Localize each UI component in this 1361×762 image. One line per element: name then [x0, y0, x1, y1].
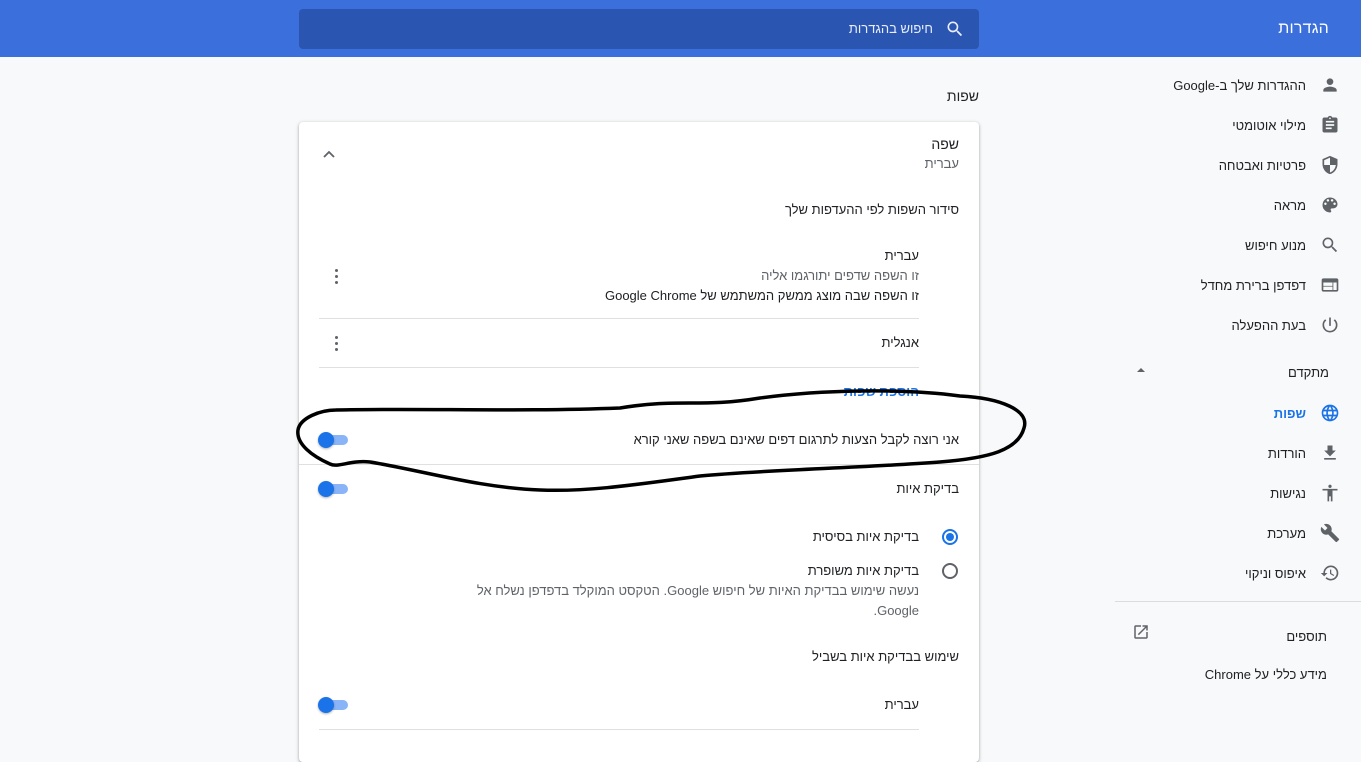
sidebar-item-system[interactable]: מערכת	[1115, 513, 1361, 553]
language-name: עברית	[884, 248, 919, 263]
sidebar-item-about[interactable]: מידע כללי על Chrome	[1115, 661, 1361, 691]
translate-offer-label: אני רוצה לקבל הצעות לתרגום דפים שאינם בש…	[633, 432, 959, 447]
sidebar-item-label: שפות	[1273, 405, 1306, 421]
sidebar-item-label: תוספים	[1286, 629, 1327, 644]
triangle-up-icon	[1137, 368, 1145, 372]
sidebar-item-label: מראה	[1273, 197, 1306, 213]
globe-icon	[1320, 403, 1340, 423]
wrench-icon	[1320, 523, 1340, 543]
spellcheck-enhanced-desc-2: Google.	[873, 603, 919, 618]
download-icon	[1320, 443, 1340, 463]
spellcheck-label: בדיקת איות	[896, 481, 959, 496]
accessibility-icon	[1320, 483, 1340, 503]
spellcheck-basic-label: בדיקת איות בסיסית	[812, 529, 919, 544]
spellcheck-enhanced-desc: נעשה שימוש בבדיקת האיות של חיפוש Google.…	[476, 583, 919, 598]
row-divider	[319, 367, 919, 368]
spellcheck-basic-radio[interactable]	[942, 529, 958, 545]
sidebar-item-label: הורדות	[1267, 445, 1306, 461]
top-bar: חיפוש בהגדרות הגדרות	[0, 0, 1361, 57]
sidebar-item-appearance[interactable]: מראה	[1115, 185, 1361, 225]
sidebar-item-label: ההגדרות שלך ב-Google	[1173, 77, 1306, 93]
sidebar-item-autofill[interactable]: מילוי אוטומטי	[1115, 105, 1361, 145]
language-order-label: סידור השפות לפי ההעדפות שלך	[784, 202, 959, 217]
palette-icon	[1320, 195, 1340, 215]
clipboard-icon	[1320, 115, 1340, 135]
spellcheck-language-name: עברית	[884, 697, 919, 712]
more-vert-icon[interactable]	[335, 336, 339, 352]
sidebar: ההגדרות שלך ב-Google מילוי אוטומטי פרטיו…	[1115, 57, 1361, 738]
language-desc-line2: זו השפה שבה מוצג ממשק המשתמש של Google C…	[604, 288, 919, 303]
sidebar-item-privacy[interactable]: פרטיות ואבטחה	[1115, 145, 1361, 185]
sidebar-item-default-browser[interactable]: דפדפן ברירת מחדל	[1115, 265, 1361, 305]
sidebar-item-label: בעת ההפעלה	[1231, 317, 1306, 333]
power-icon	[1320, 315, 1340, 335]
sidebar-item-label: איפוס וניקוי	[1245, 565, 1306, 581]
sidebar-item-on-startup[interactable]: בעת ההפעלה	[1115, 305, 1361, 345]
sidebar-item-label: מידע כללי על Chrome	[1204, 667, 1327, 682]
search-box[interactable]: חיפוש בהגדרות	[299, 9, 979, 49]
history-icon	[1320, 563, 1340, 583]
sidebar-item-label: נגישות	[1270, 485, 1306, 501]
sidebar-item-label: דפדפן ברירת מחדל	[1200, 277, 1306, 293]
open-in-new-icon	[1134, 625, 1148, 639]
chevron-up-icon[interactable]	[323, 150, 335, 158]
advanced-label: מתקדם	[1288, 365, 1329, 380]
sidebar-item-extensions[interactable]: תוספים	[1115, 616, 1361, 656]
section-divider	[299, 464, 979, 465]
app-title: הגדרות	[1278, 20, 1329, 37]
section-title: שפות	[946, 88, 979, 104]
row-divider	[319, 729, 919, 730]
language-name: אנגלית	[881, 335, 919, 350]
shield-icon	[1320, 155, 1340, 175]
sidebar-item-reset[interactable]: איפוס וניקוי	[1115, 553, 1361, 593]
sidebar-item-downloads[interactable]: הורדות	[1115, 433, 1361, 473]
translate-offer-toggle[interactable]	[318, 432, 350, 448]
advanced-toggle[interactable]: מתקדם	[1115, 352, 1361, 392]
person-icon	[1320, 75, 1340, 95]
language-header-value: עברית	[924, 156, 959, 171]
spellcheck-enhanced-radio[interactable]	[942, 563, 958, 579]
spellcheck-hebrew-toggle[interactable]	[318, 697, 350, 713]
sidebar-divider	[1115, 601, 1361, 602]
search-icon	[947, 21, 963, 37]
sidebar-item-search-engine[interactable]: מנוע חיפוש	[1115, 225, 1361, 265]
languages-card: שפה עברית סידור השפות לפי ההעדפות שלך עב…	[299, 122, 979, 762]
add-languages-link[interactable]: הוספת שפות	[844, 384, 919, 399]
sidebar-item-languages[interactable]: שפות	[1115, 393, 1361, 433]
spellcheck-toggle[interactable]	[318, 481, 350, 497]
search-placeholder: חיפוש בהגדרות	[848, 21, 933, 36]
sidebar-item-label: מילוי אוטומטי	[1232, 117, 1306, 133]
sidebar-item-label: פרטיות ואבטחה	[1218, 157, 1306, 173]
more-vert-icon[interactable]	[335, 269, 339, 285]
sidebar-item-label: מנוע חיפוש	[1244, 237, 1306, 253]
sidebar-item-label: מערכת	[1267, 525, 1306, 541]
search-icon	[1320, 235, 1340, 255]
sidebar-item-google[interactable]: ההגדרות שלך ב-Google	[1115, 65, 1361, 105]
row-divider	[319, 318, 919, 319]
spellcheck-enhanced-label: בדיקת איות משופרת	[807, 563, 919, 578]
language-header-label: שפה	[931, 136, 959, 152]
language-desc-line1: זו השפה שדפים יתורגמו אליה	[761, 268, 919, 283]
sidebar-item-accessibility[interactable]: נגישות	[1115, 473, 1361, 513]
spellcheck-use-for-label: שימוש בבדיקת איות בשביל	[812, 649, 959, 664]
browser-icon	[1320, 275, 1340, 295]
